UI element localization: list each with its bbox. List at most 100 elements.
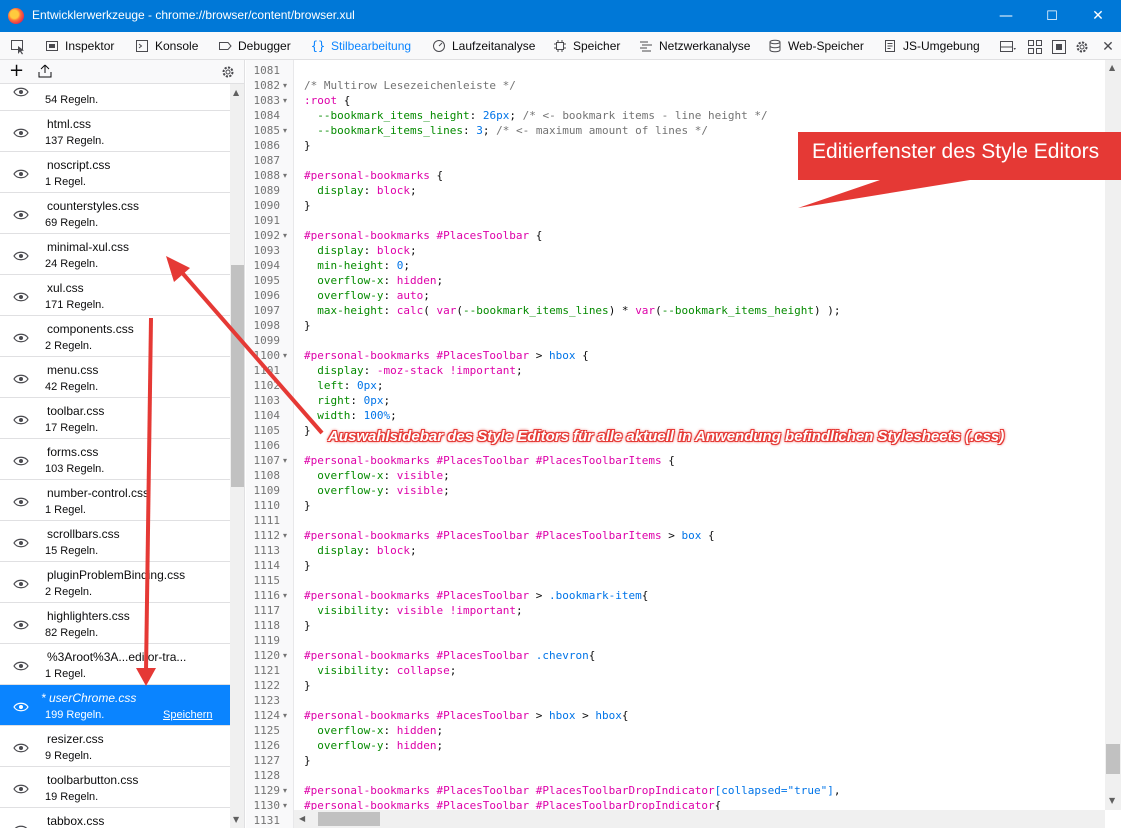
eye-visibility-icon[interactable]: [13, 494, 29, 507]
code-line[interactable]: }: [304, 678, 311, 693]
code-line[interactable]: }: [304, 423, 311, 438]
tab-js-umgebung[interactable]: JS-Umgebung: [883, 32, 980, 60]
stylesheet-item[interactable]: noscript.css 1 Regel.: [0, 152, 230, 193]
code-line[interactable]: #personal-bookmarks #PlacesToolbar #Plac…: [304, 453, 675, 468]
code-line[interactable]: min-height: 0;: [304, 258, 410, 273]
stylesheet-item[interactable]: counterstyles.css 69 Regeln.: [0, 193, 230, 234]
code-line[interactable]: width: 100%;: [304, 408, 397, 423]
scroll-up-arrow-icon[interactable]: ▲: [1109, 63, 1115, 72]
tab-inspektor[interactable]: Inspektor: [45, 32, 114, 60]
code-line[interactable]: }: [304, 753, 311, 768]
code-line[interactable]: overflow-x: hidden;: [304, 273, 443, 288]
fold-arrow-icon[interactable]: ▾: [283, 93, 287, 108]
scroll-up-arrow-icon[interactable]: ▲: [233, 88, 239, 97]
fold-arrow-icon[interactable]: ▾: [283, 528, 287, 543]
scroll-down-arrow-icon[interactable]: ▼: [1109, 796, 1115, 805]
fold-arrow-icon[interactable]: ▾: [283, 783, 287, 798]
sidebar-scrollbar-thumb[interactable]: [231, 265, 244, 487]
code-line[interactable]: display: block;: [304, 243, 416, 258]
eye-visibility-icon[interactable]: [13, 617, 29, 630]
fold-arrow-icon[interactable]: ▾: [283, 78, 287, 93]
stylesheet-item[interactable]: toolbar.css 17 Regeln.: [0, 398, 230, 439]
eye-visibility-icon[interactable]: [13, 330, 29, 343]
stylesheet-item[interactable]: 54 Regeln.: [0, 84, 230, 111]
tab-web-speicher[interactable]: Web-Speicher: [768, 32, 864, 60]
stylesheet-item[interactable]: forms.css 103 Regeln.: [0, 439, 230, 480]
editor-vertical-scrollbar[interactable]: ▲ ▼: [1105, 60, 1121, 810]
stylesheet-item[interactable]: number-control.css 1 Regel.: [0, 480, 230, 521]
code-line[interactable]: overflow-x: visible;: [304, 468, 449, 483]
scroll-down-arrow-icon[interactable]: ▼: [233, 815, 239, 824]
save-link[interactable]: Speichern: [163, 709, 213, 721]
import-stylesheet-icon[interactable]: [37, 63, 53, 79]
element-picker-icon[interactable]: [10, 39, 26, 55]
eye-visibility-icon[interactable]: [13, 699, 29, 712]
fold-arrow-icon[interactable]: ▾: [283, 348, 287, 363]
screenshot-icon[interactable]: [1051, 39, 1067, 55]
eye-visibility-icon[interactable]: [13, 84, 29, 97]
fold-arrow-icon[interactable]: ▾: [283, 123, 287, 138]
code-line[interactable]: }: [304, 318, 311, 333]
eye-visibility-icon[interactable]: [13, 412, 29, 425]
code-line[interactable]: right: 0px;: [304, 393, 390, 408]
code-line[interactable]: visibility: collapse;: [304, 663, 456, 678]
code-line[interactable]: #personal-bookmarks #PlacesToolbar .chev…: [304, 648, 595, 663]
stylesheet-item[interactable]: toolbarbutton.css 19 Regeln.: [0, 767, 230, 808]
eye-visibility-icon[interactable]: [13, 658, 29, 671]
stylesheet-item[interactable]: menu.css 42 Regeln.: [0, 357, 230, 398]
eye-visibility-icon[interactable]: [13, 740, 29, 753]
code-line[interactable]: left: 0px;: [304, 378, 383, 393]
stylesheet-item[interactable]: scrollbars.css 15 Regeln.: [0, 521, 230, 562]
eye-visibility-icon[interactable]: [13, 822, 29, 828]
fold-arrow-icon[interactable]: ▾: [283, 708, 287, 723]
eye-visibility-icon[interactable]: [13, 289, 29, 302]
code-line[interactable]: #personal-bookmarks #PlacesToolbar > .bo…: [304, 588, 648, 603]
eye-visibility-icon[interactable]: [13, 781, 29, 794]
code-line[interactable]: display: -moz-stack !important;: [304, 363, 522, 378]
code-line[interactable]: visibility: visible !important;: [304, 603, 522, 618]
minimize-button[interactable]: —: [983, 0, 1029, 32]
eye-visibility-icon[interactable]: [13, 371, 29, 384]
fold-arrow-icon[interactable]: ▾: [283, 588, 287, 603]
eye-visibility-icon[interactable]: [13, 535, 29, 548]
tab-speicher[interactable]: Speicher: [553, 32, 620, 60]
stylesheet-item[interactable]: highlighters.css 82 Regeln.: [0, 603, 230, 644]
fold-arrow-icon[interactable]: ▾: [283, 453, 287, 468]
code-line[interactable]: overflow-x: hidden;: [304, 723, 443, 738]
code-line[interactable]: }: [304, 198, 311, 213]
code-line[interactable]: /* Multirow Lesezeichenleiste */: [304, 78, 516, 93]
fold-arrow-icon[interactable]: ▾: [283, 228, 287, 243]
code-line[interactable]: overflow-y: hidden;: [304, 738, 443, 753]
eye-visibility-icon[interactable]: [13, 453, 29, 466]
code-line[interactable]: #personal-bookmarks {: [304, 168, 443, 183]
tab-konsole[interactable]: Konsole: [135, 32, 198, 60]
eye-visibility-icon[interactable]: [13, 166, 29, 179]
fold-arrow-icon[interactable]: ▾: [283, 168, 287, 183]
code-line[interactable]: display: block;: [304, 543, 416, 558]
code-line[interactable]: #personal-bookmarks #PlacesToolbar > hbo…: [304, 708, 629, 723]
tab-debugger[interactable]: Debugger: [218, 32, 291, 60]
code-line[interactable]: max-height: calc( var(--bookmark_items_l…: [304, 303, 840, 318]
fold-arrow-icon[interactable]: ▾: [283, 798, 287, 813]
code-line[interactable]: }: [304, 138, 311, 153]
settings-gear-icon[interactable]: [1074, 39, 1090, 55]
stylesheet-item[interactable]: pluginProblemBinding.css 2 Regeln.: [0, 562, 230, 603]
scroll-left-arrow-icon[interactable]: ◀: [299, 814, 305, 823]
eye-visibility-icon[interactable]: [13, 248, 29, 261]
code-line[interactable]: #personal-bookmarks #PlacesToolbar > hbo…: [304, 348, 589, 363]
stylesheet-item[interactable]: xul.css 171 Regeln.: [0, 275, 230, 316]
stylesheet-item[interactable]: tabbox.css: [0, 808, 230, 828]
new-stylesheet-button[interactable]: +: [9, 61, 24, 81]
stylesheet-item[interactable]: html.css 137 Regeln.: [0, 111, 230, 152]
close-devtools-button[interactable]: ✕: [1100, 39, 1116, 55]
code-line[interactable]: display: block;: [304, 183, 416, 198]
code-line[interactable]: overflow-y: auto;: [304, 288, 430, 303]
eye-visibility-icon[interactable]: [13, 576, 29, 589]
stylesheet-item[interactable]: %3Aroot%3A...editor-tra... 1 Regel.: [0, 644, 230, 685]
code-line[interactable]: #personal-bookmarks #PlacesToolbar #Plac…: [304, 528, 715, 543]
code-line[interactable]: #personal-bookmarks #PlacesToolbar {: [304, 228, 542, 243]
code-line[interactable]: #personal-bookmarks #PlacesToolbar #Plac…: [304, 783, 840, 798]
code-line[interactable]: --bookmark_items_height: 26px; /* <- boo…: [304, 108, 767, 123]
split-console-icon[interactable]: [1027, 39, 1043, 55]
code-line[interactable]: }: [304, 498, 311, 513]
